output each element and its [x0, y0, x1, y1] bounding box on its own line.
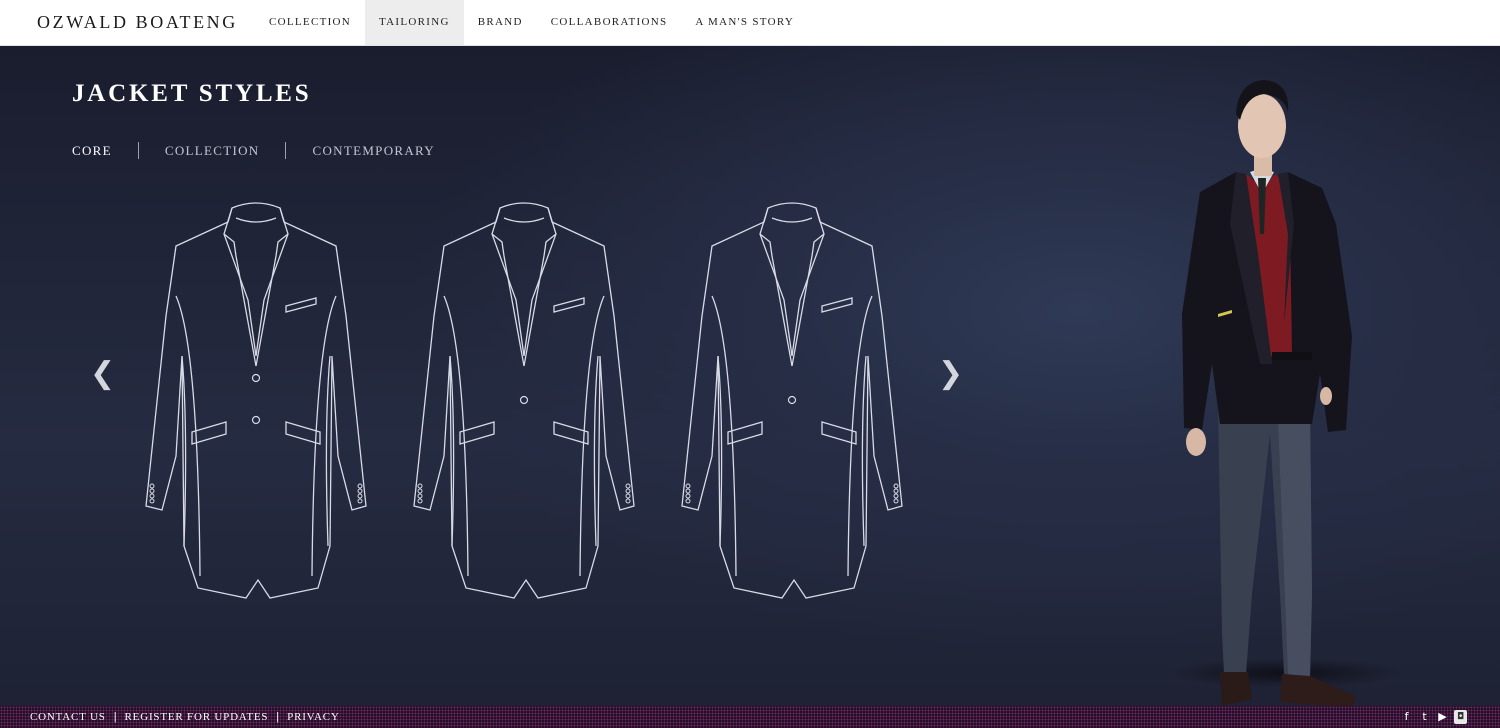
jacket-style-single-button[interactable]	[408, 196, 640, 608]
nav-item-tailoring[interactable]: TAILORING	[365, 0, 464, 45]
jacket-button-icon	[251, 373, 261, 383]
jacket-style-two-button[interactable]	[140, 196, 372, 608]
tab-divider	[285, 142, 287, 159]
nav-item-brand[interactable]: BRAND	[464, 0, 537, 45]
twitter-icon[interactable]: t	[1418, 710, 1431, 724]
youtube-icon[interactable]: ▶	[1436, 710, 1449, 724]
main-nav: COLLECTION TAILORING BRAND COLLABORATION…	[255, 0, 808, 45]
tab-divider	[137, 142, 139, 159]
jacket-button-icon	[251, 415, 261, 425]
jacket-outline-drawing	[413, 202, 635, 599]
nav-item-a-mans-story[interactable]: A MAN'S STORY	[681, 0, 808, 45]
page-title: JACKET STYLES	[72, 80, 312, 107]
jacket-outline-drawing	[681, 202, 903, 599]
register-for-updates-link[interactable]: REGISTER FOR UPDATES	[125, 711, 269, 723]
tab-core[interactable]: CORE	[72, 143, 112, 159]
top-navigation-bar: OZWALD BOATENG COLLECTION TAILORING BRAN…	[0, 0, 1500, 46]
instagram-icon[interactable]: ◘	[1454, 710, 1467, 724]
contact-us-link[interactable]: CONTACT US	[30, 711, 106, 723]
privacy-link[interactable]: PRIVACY	[287, 711, 339, 723]
brand-logo[interactable]: OZWALD BOATENG	[37, 12, 238, 33]
tab-contemporary[interactable]: CONTEMPORARY	[312, 143, 435, 159]
nav-item-collection[interactable]: COLLECTION	[255, 0, 365, 45]
jacket-style-single-button-peak[interactable]	[676, 196, 908, 608]
model-photo	[1182, 80, 1356, 706]
nav-item-collaborations[interactable]: COLLABORATIONS	[537, 0, 682, 45]
jacket-button-icon	[519, 395, 529, 405]
footer-separator: |	[113, 711, 117, 723]
carousel-prev-arrow-icon[interactable]: ❮	[90, 354, 115, 394]
facebook-icon[interactable]: f	[1400, 710, 1413, 724]
jacket-outline-drawing	[145, 202, 367, 599]
jacket-styles-stage: JACKET STYLES CORE COLLECTION CONTEMPORA…	[0, 46, 1500, 706]
social-links: f t ▶ ◘	[1400, 710, 1467, 724]
style-tabs: CORE COLLECTION CONTEMPORARY	[72, 142, 435, 159]
carousel-next-arrow-icon[interactable]: ❯	[938, 354, 963, 394]
footer-separator: |	[276, 711, 280, 723]
footer-bar: CONTACT US | REGISTER FOR UPDATES | PRIV…	[0, 706, 1500, 728]
tab-collection[interactable]: COLLECTION	[165, 143, 260, 159]
jacket-button-icon	[787, 395, 797, 405]
footer-links: CONTACT US | REGISTER FOR UPDATES | PRIV…	[30, 711, 340, 723]
